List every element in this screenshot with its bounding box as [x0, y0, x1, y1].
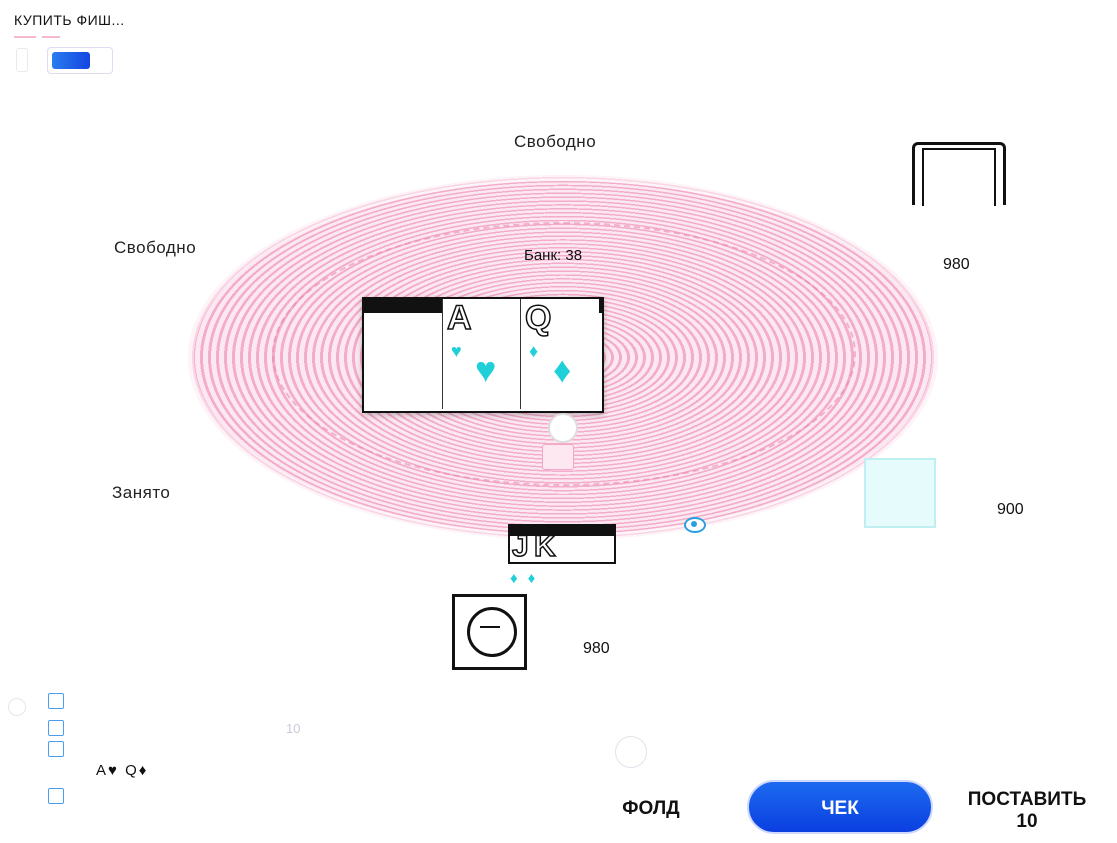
diamond-icon: ♦ — [529, 341, 539, 361]
divider — [42, 36, 60, 38]
divider — [14, 36, 36, 38]
history-icon[interactable] — [8, 698, 26, 716]
hero-bet-chips — [542, 444, 574, 470]
hero-avatar[interactable] — [452, 594, 527, 670]
seat-top-left-label[interactable]: Свободно — [114, 238, 196, 258]
dealer-button-icon — [548, 413, 578, 443]
bet-button[interactable]: ПОСТАВИТЬ 10 — [962, 789, 1092, 833]
check-button[interactable]: ЧЕК — [747, 780, 933, 834]
diamond-icon: ♦ — [553, 349, 572, 390]
chip-icon — [48, 719, 64, 736]
bet-button-amount: 10 — [1016, 811, 1038, 832]
card-rank: A — [446, 298, 472, 338]
opponent-avatar-right[interactable] — [864, 458, 936, 528]
history-entry — [46, 692, 64, 709]
hero-hole-cards: J K — [508, 524, 616, 564]
diamond-icon: ♦ — [510, 570, 528, 587]
history-amount: 10 — [286, 721, 301, 736]
chip-icon — [48, 692, 64, 709]
chip-icon — [48, 740, 64, 757]
board-card-2: Q ♦ ♦ — [520, 298, 599, 409]
history-entry — [46, 719, 64, 736]
eye-icon[interactable] — [684, 517, 706, 533]
opponent-avatar-top-right[interactable] — [912, 142, 1006, 206]
chips-toggle[interactable] — [47, 47, 113, 74]
heart-icon: ♥ — [475, 349, 497, 390]
heart-icon: ♥ — [451, 341, 462, 361]
seat-top-label[interactable]: Свободно — [514, 132, 596, 152]
avatar-frame-inner — [922, 148, 996, 206]
diamond-icon: ♦ — [527, 570, 546, 587]
buy-chips-button[interactable]: КУПИТЬ ФИШ... — [14, 12, 125, 28]
chip-icon — [48, 787, 64, 804]
card-rank: Q — [524, 298, 552, 338]
toggle-fill — [52, 52, 90, 69]
opponent-right-stack: 900 — [997, 501, 1024, 518]
opponent-top-right-stack: 980 — [943, 256, 970, 273]
card-rank: J — [511, 529, 529, 564]
pot-label: Банк: 38 — [524, 247, 583, 264]
community-cards: A ♥ ♥ Q ♦ ♦ — [362, 297, 604, 413]
history-entry — [46, 787, 64, 804]
board-card-1: A ♥ ♥ — [442, 298, 521, 409]
card-rank: K — [533, 529, 556, 564]
fold-button[interactable]: ФОЛД — [610, 798, 692, 820]
menu-icon[interactable] — [16, 48, 28, 72]
timer-icon — [615, 736, 647, 768]
hero-stack: 980 — [583, 640, 610, 657]
bet-button-label: ПОСТАВИТЬ — [967, 789, 1087, 810]
history-entry — [46, 740, 64, 757]
seat-bottom-left-label: Занято — [112, 483, 171, 502]
avatar-face — [467, 607, 517, 657]
history-revealed-cards: A♥ Q♦ — [96, 762, 149, 779]
hero-card-suits: ♦♦ — [510, 570, 545, 587]
